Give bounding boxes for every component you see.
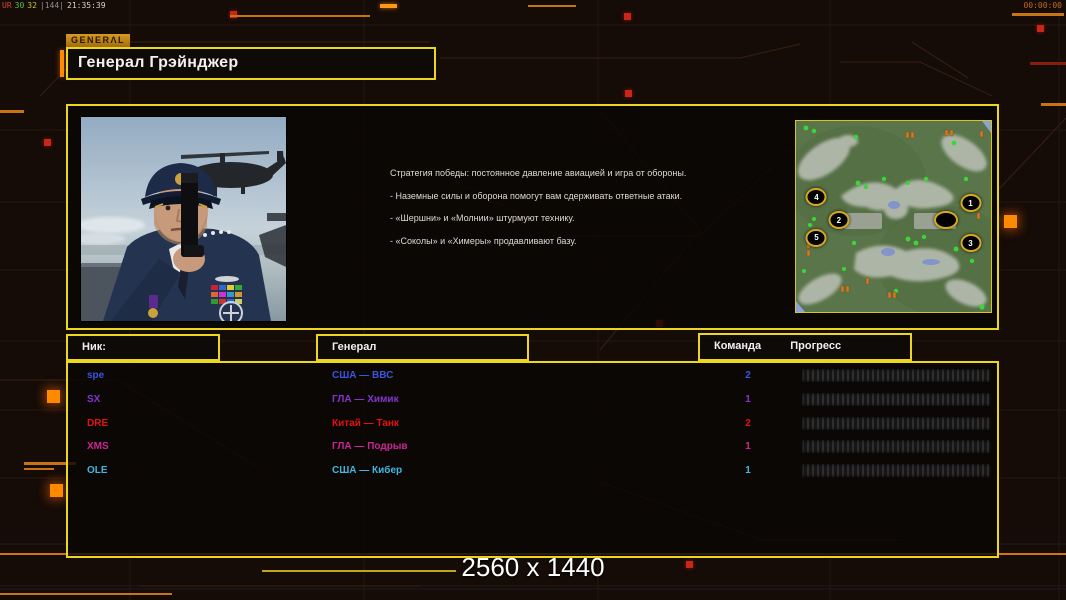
player-nick: SX <box>87 389 100 410</box>
column-header-label: Генерал <box>318 336 527 358</box>
map-start-number: 2 <box>837 216 841 225</box>
loading-screen: UR3032|144|21:35:39 00:00:00 GENERΛL Ген… <box>0 0 1066 600</box>
strategy-line: - «Соколы» и «Химеры» продавливают базу. <box>390 236 720 248</box>
player-nick: DRE <box>87 413 108 434</box>
player-row: spe США — ВВС 2 <box>70 365 995 386</box>
general-portrait-image <box>81 117 286 321</box>
decor-square-red <box>624 13 631 20</box>
general-portrait <box>80 116 287 322</box>
player-team: 1 <box>738 460 758 481</box>
stats-value: |144| <box>40 1 64 10</box>
map-start-position-player <box>934 211 958 229</box>
clock-text: 21:35:39 <box>67 1 106 10</box>
minimap: 4 2 5 1 3 <box>795 120 992 313</box>
decor-line <box>230 15 370 17</box>
decor-square-orange <box>47 390 60 403</box>
column-header-label: Ник: <box>68 336 218 358</box>
player-general: США — Кибер <box>332 460 402 481</box>
decor-line <box>1041 103 1066 106</box>
decor-square-orange <box>50 484 63 497</box>
decor-square-red <box>625 90 632 97</box>
stats-value: 32 <box>27 1 37 10</box>
strategy-line: - Наземные силы и оборона помогут вам сд… <box>390 191 720 203</box>
player-nick: spe <box>87 365 104 386</box>
player-general: США — ВВС <box>332 365 393 386</box>
player-team: 2 <box>738 365 758 386</box>
map-start-position-3: 3 <box>960 234 981 252</box>
column-header-nick: Ник: <box>66 334 220 361</box>
map-start-number: 4 <box>814 193 818 202</box>
player-nick: XMS <box>87 436 109 457</box>
map-start-position-5: 5 <box>806 229 827 247</box>
match-timer: 00:00:00 <box>1023 1 1062 10</box>
column-header-label: Команда <box>700 335 761 358</box>
player-row: SX ГЛА — Химик 1 <box>70 389 995 410</box>
decor-square-red <box>44 139 51 146</box>
stats-value: 30 <box>15 1 25 10</box>
progress-bar <box>802 417 991 430</box>
column-header-team-progress: Команда Прогресс <box>698 333 912 361</box>
column-header-label: Прогресс <box>764 335 841 358</box>
strategy-line: Стратегия победы: постоянное давление ав… <box>390 168 720 180</box>
decor-line <box>380 4 397 8</box>
resolution-label: 2560 x 1440 <box>0 552 1066 582</box>
decor-line <box>0 593 172 595</box>
decor-square-orange <box>1004 215 1017 228</box>
progress-bar <box>802 464 991 477</box>
map-start-number: 1 <box>968 199 972 208</box>
player-team: 1 <box>738 436 758 457</box>
player-general: ГЛА — Подрыв <box>332 436 408 457</box>
decor-line <box>1030 62 1066 65</box>
player-general: ГЛА — Химик <box>332 389 399 410</box>
debug-stats-overlay: UR3032|144|21:35:39 <box>2 1 109 10</box>
general-tag-label: GENERΛL <box>66 34 130 47</box>
map-start-number: 5 <box>814 233 818 242</box>
map-start-number: 3 <box>968 239 972 248</box>
title-accent-bar <box>60 50 64 77</box>
minimap-terrain <box>796 121 991 312</box>
progress-bar <box>802 369 991 382</box>
progress-bar <box>802 440 991 453</box>
progress-bar <box>802 393 991 406</box>
map-start-position-2: 2 <box>828 211 849 229</box>
player-team: 2 <box>738 413 758 434</box>
player-row: OLE США — Кибер 1 <box>70 460 995 481</box>
map-start-position-4: 4 <box>806 188 827 206</box>
player-row: XMS ГЛА — Подрыв 1 <box>70 436 995 457</box>
decor-line <box>1012 13 1064 16</box>
players-table: spe США — ВВС 2 SX ГЛА — Химик 1 DRE Кит… <box>66 361 999 558</box>
player-general: Китай — Танк <box>332 413 399 434</box>
decor-line <box>0 110 24 113</box>
map-start-position-1: 1 <box>960 194 981 212</box>
strategy-line: - «Шершни» и «Молнии» штурмуют технику. <box>390 213 720 225</box>
general-title-box: Генерал Грэйнджер <box>66 47 436 80</box>
stats-label: UR <box>2 1 12 10</box>
page-title: Генерал Грэйнджер <box>68 49 434 77</box>
column-header-general: Генерал <box>316 334 529 361</box>
briefing-panel: Стратегия победы: постоянное давление ав… <box>66 104 999 330</box>
decor-square-red <box>1037 25 1044 32</box>
decor-line <box>528 5 576 7</box>
player-team: 1 <box>738 389 758 410</box>
player-nick: OLE <box>87 460 108 481</box>
player-row: DRE Китай — Танк 2 <box>70 413 995 434</box>
decor-line <box>24 468 54 470</box>
strategy-briefing: Стратегия победы: постоянное давление ав… <box>390 168 720 258</box>
